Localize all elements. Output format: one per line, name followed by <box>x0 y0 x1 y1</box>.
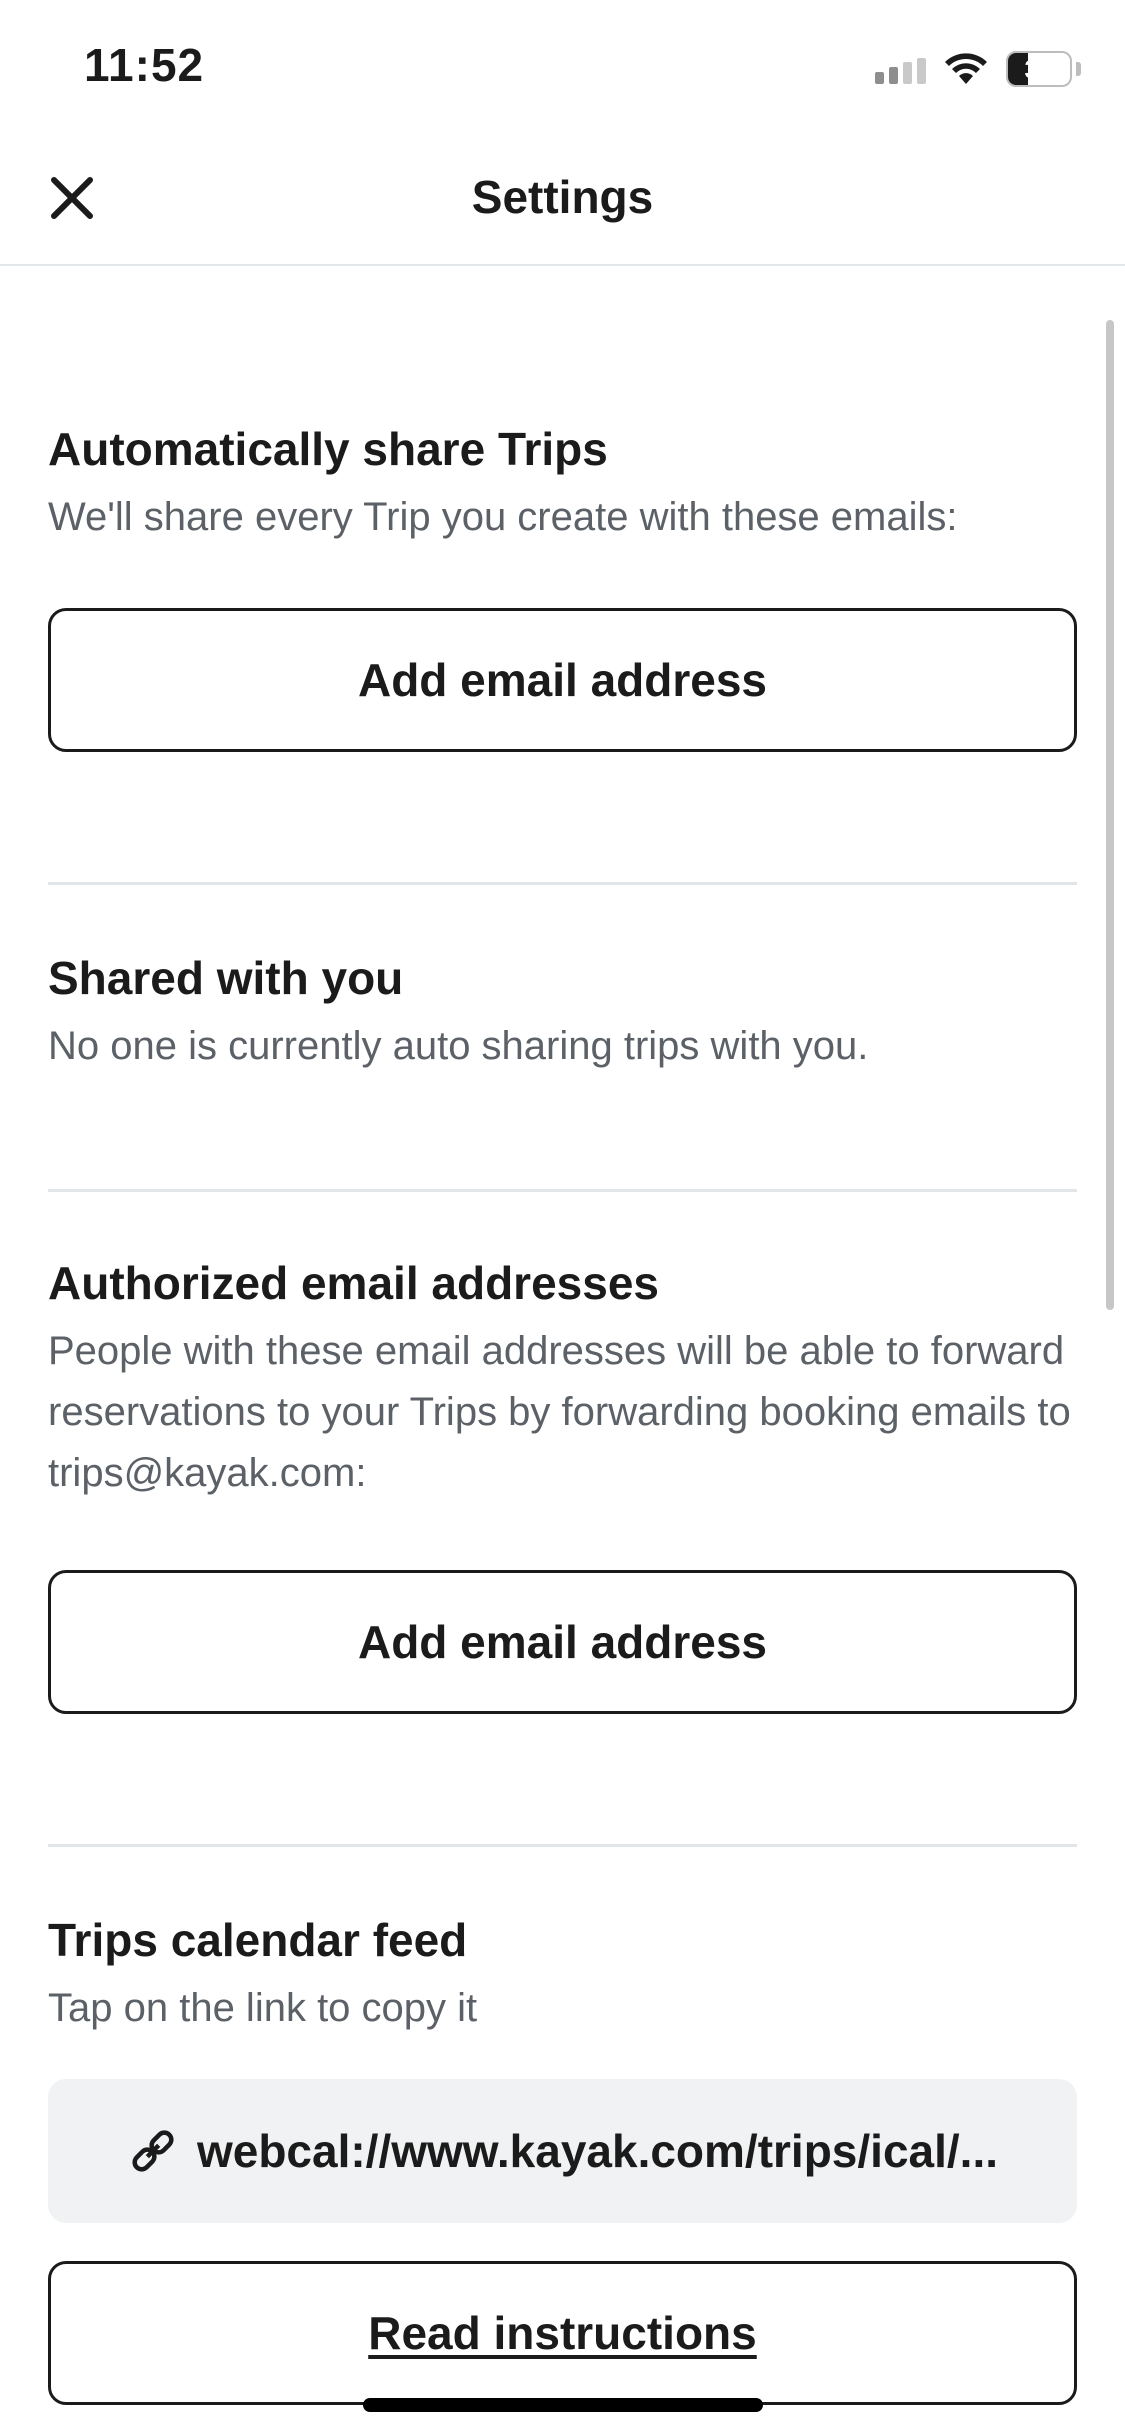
add-auto-share-email-button[interactable]: Add email address <box>48 608 1077 752</box>
read-instructions-button[interactable]: Read instructions <box>48 2261 1077 2405</box>
shared-with-you-section: Shared with you No one is currently auto… <box>48 885 1077 1077</box>
auto-share-section: Automatically share Trips We'll share ev… <box>48 266 1077 752</box>
status-time: 11:52 <box>84 39 205 91</box>
cellular-signal-icon <box>875 54 926 84</box>
scrollbar[interactable] <box>1106 320 1114 1310</box>
link-icon <box>132 2130 174 2172</box>
authorized-emails-section: Authorized email addresses People with t… <box>48 1192 1077 1714</box>
calendar-feed-url: webcal://www.kayak.com/trips/ical/... <box>196 2125 999 2177</box>
auto-share-title: Automatically share Trips <box>48 423 608 475</box>
calendar-feed-link[interactable]: webcal://www.kayak.com/trips/ical/... <box>48 2079 1077 2223</box>
status-icons: 33 <box>875 48 1081 90</box>
home-indicator <box>363 2398 763 2412</box>
battery-level: 33 <box>1024 54 1054 84</box>
calendar-feed-title: Trips calendar feed <box>48 1914 468 1966</box>
authorized-emails-description: People with these email addresses will b… <box>48 1329 1071 1495</box>
wifi-icon <box>945 53 987 84</box>
settings-content: Automatically share Trips We'll share ev… <box>48 266 1077 2405</box>
shared-with-you-description: No one is currently auto sharing trips w… <box>48 1024 869 1068</box>
calendar-feed-section: Trips calendar feed Tap on the link to c… <box>48 1847 1077 2405</box>
authorized-emails-title: Authorized email addresses <box>48 1257 659 1309</box>
status-bar: 11:52 33 <box>0 0 1125 132</box>
nav-bar: Settings <box>0 132 1125 266</box>
battery-icon: 33 <box>1006 51 1072 87</box>
shared-with-you-title: Shared with you <box>48 952 404 1004</box>
battery-cap <box>1076 62 1081 76</box>
read-instructions-label: Read instructions <box>368 2307 757 2359</box>
auto-share-description: We'll share every Trip you create with t… <box>48 495 958 539</box>
add-authorized-email-button[interactable]: Add email address <box>48 1570 1077 1714</box>
page-title: Settings <box>471 171 654 223</box>
calendar-feed-description: Tap on the link to copy it <box>48 1986 478 2030</box>
